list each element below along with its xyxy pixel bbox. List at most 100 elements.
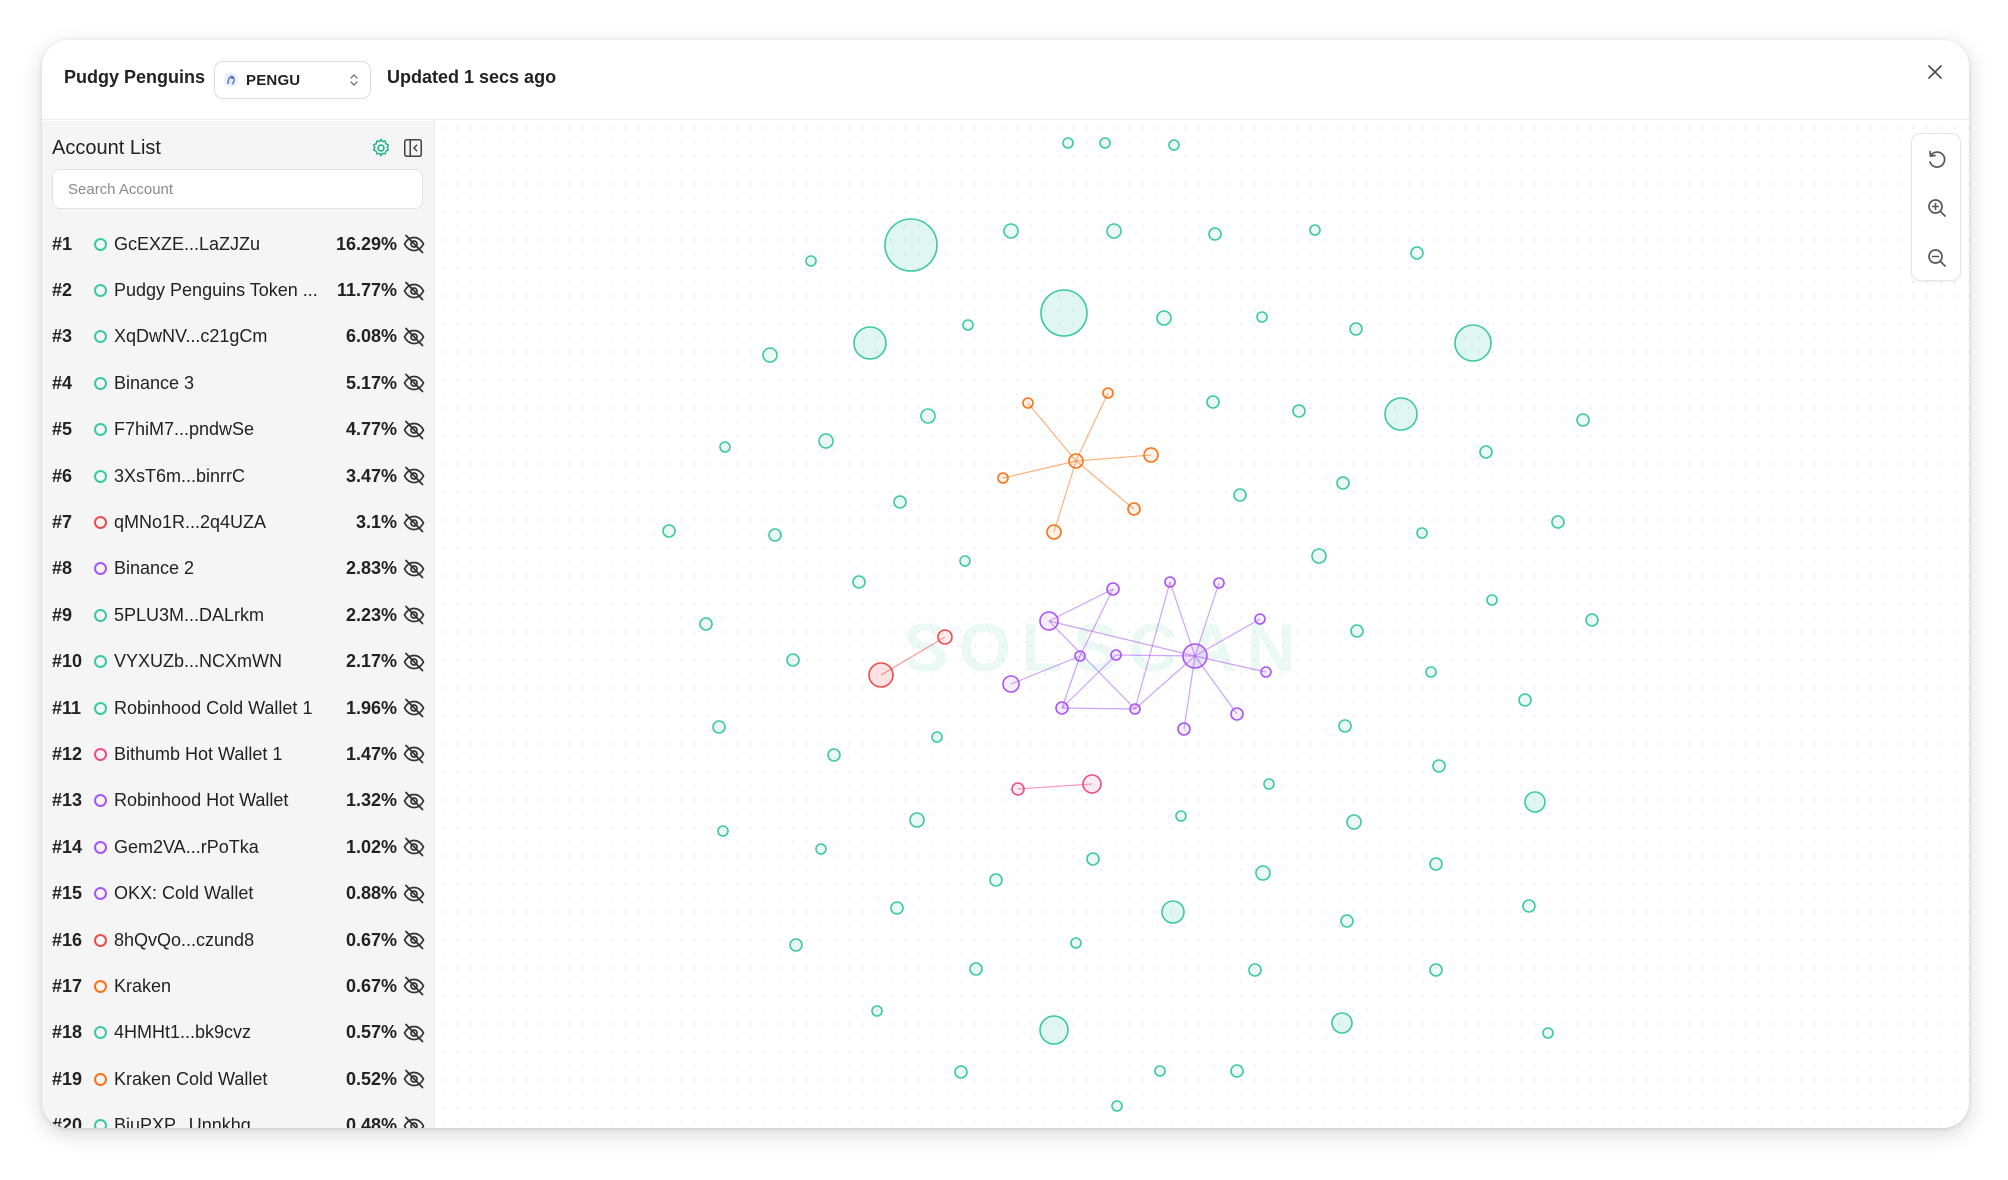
holder-bubble[interactable] bbox=[1425, 666, 1437, 678]
eye-off-icon[interactable] bbox=[402, 835, 426, 859]
holder-bubble[interactable] bbox=[1542, 1027, 1554, 1039]
holder-bubble[interactable] bbox=[1263, 778, 1275, 790]
eye-off-icon[interactable] bbox=[402, 511, 426, 535]
holder-bubble[interactable] bbox=[1022, 397, 1034, 409]
holder-bubble[interactable] bbox=[1161, 900, 1185, 924]
account-row[interactable]: #16 8hQvQo...czund8 0.67% bbox=[42, 917, 434, 963]
holder-bubble[interactable] bbox=[1416, 527, 1428, 539]
holder-bubble[interactable] bbox=[989, 873, 1003, 887]
holder-bubble[interactable] bbox=[1011, 782, 1025, 796]
holder-bubble[interactable] bbox=[931, 731, 943, 743]
account-row[interactable]: #8 Binance 2 2.83% bbox=[42, 546, 434, 592]
holder-bubble[interactable] bbox=[1102, 387, 1114, 399]
account-row[interactable]: #4 Binance 3 5.17% bbox=[42, 360, 434, 406]
holder-bubble[interactable] bbox=[1111, 1100, 1123, 1112]
holder-bubble[interactable] bbox=[937, 629, 953, 645]
account-row[interactable]: #3 XqDwNV...c21gCm 6.08% bbox=[42, 314, 434, 360]
eye-off-icon[interactable] bbox=[402, 557, 426, 581]
holder-bubble[interactable] bbox=[1260, 666, 1272, 678]
bubble-graph-svg[interactable]: SOLSCAN bbox=[436, 121, 1969, 1128]
holder-bubble[interactable] bbox=[1518, 693, 1532, 707]
holder-bubble[interactable] bbox=[1055, 701, 1069, 715]
holder-bubble[interactable] bbox=[962, 319, 974, 331]
token-selector[interactable]: PENGU bbox=[214, 61, 371, 99]
holder-bubble[interactable] bbox=[1062, 137, 1074, 149]
holder-bubble[interactable] bbox=[1350, 624, 1364, 638]
eye-off-icon[interactable] bbox=[402, 696, 426, 720]
holder-bubble[interactable] bbox=[954, 1065, 968, 1079]
holder-bubble[interactable] bbox=[1248, 963, 1262, 977]
holder-bubble[interactable] bbox=[768, 528, 782, 542]
eye-off-icon[interactable] bbox=[402, 371, 426, 395]
eye-off-icon[interactable] bbox=[402, 418, 426, 442]
holder-bubble[interactable] bbox=[1110, 649, 1122, 661]
holder-bubble[interactable] bbox=[1213, 577, 1225, 589]
holder-bubble[interactable] bbox=[1255, 865, 1271, 881]
eye-off-icon[interactable] bbox=[402, 650, 426, 674]
holder-bubble[interactable] bbox=[997, 472, 1009, 484]
holder-bubble[interactable] bbox=[1585, 613, 1599, 627]
account-row[interactable]: #12 Bithumb Hot Wallet 1 1.47% bbox=[42, 731, 434, 777]
holder-bubble[interactable] bbox=[1349, 322, 1363, 336]
account-row[interactable]: #1 GcEXZE...LaZJZu 16.29% bbox=[42, 221, 434, 267]
holder-bubble[interactable] bbox=[1551, 515, 1565, 529]
holder-bubble[interactable] bbox=[1164, 576, 1176, 588]
holder-bubble[interactable] bbox=[1479, 445, 1493, 459]
holder-bubble[interactable] bbox=[1206, 395, 1220, 409]
holder-bubble[interactable] bbox=[712, 720, 726, 734]
holder-bubble[interactable] bbox=[1106, 223, 1122, 239]
holder-bubble[interactable] bbox=[818, 433, 834, 449]
eye-off-icon[interactable] bbox=[402, 325, 426, 349]
account-row[interactable]: #10 VYXUZb...NCXmWN 2.17% bbox=[42, 639, 434, 685]
holder-bubble[interactable] bbox=[920, 408, 936, 424]
account-row[interactable]: #11 Robinhood Cold Wallet 1 1.96% bbox=[42, 685, 434, 731]
holder-bubble[interactable] bbox=[1182, 643, 1208, 669]
eye-off-icon[interactable] bbox=[402, 1114, 426, 1128]
holder-bubble[interactable] bbox=[1432, 759, 1446, 773]
eye-off-icon[interactable] bbox=[402, 603, 426, 627]
account-row[interactable]: #18 4HMHt1...bk9cvz 0.57% bbox=[42, 1010, 434, 1056]
close-icon[interactable] bbox=[1921, 58, 1949, 86]
account-row[interactable]: #13 Robinhood Hot Wallet 1.32% bbox=[42, 778, 434, 824]
eye-off-icon[interactable] bbox=[402, 882, 426, 906]
zoom-in-icon[interactable] bbox=[1925, 196, 1949, 220]
holder-bubble[interactable] bbox=[805, 255, 817, 267]
holder-bubble[interactable] bbox=[789, 938, 803, 952]
eye-off-icon[interactable] bbox=[402, 232, 426, 256]
holder-bubble[interactable] bbox=[1311, 548, 1327, 564]
account-row[interactable]: #17 Kraken 0.67% bbox=[42, 963, 434, 1009]
gear-icon[interactable] bbox=[370, 137, 392, 159]
holder-bubble[interactable] bbox=[1082, 774, 1102, 794]
holder-bubble[interactable] bbox=[868, 662, 894, 688]
holder-bubble[interactable] bbox=[890, 901, 904, 915]
account-row[interactable]: #9 5PLU3M...DALrkm 2.23% bbox=[42, 592, 434, 638]
holder-bubble[interactable] bbox=[1309, 224, 1321, 236]
collapse-panel-icon[interactable] bbox=[402, 137, 424, 159]
holder-bubble[interactable] bbox=[1074, 650, 1086, 662]
holder-bubble[interactable] bbox=[1003, 223, 1019, 239]
account-row[interactable]: #5 F7hiM7...pndwSe 4.77% bbox=[42, 407, 434, 453]
holder-bubble[interactable] bbox=[1340, 914, 1354, 928]
search-account-input[interactable] bbox=[52, 169, 423, 209]
eye-off-icon[interactable] bbox=[402, 464, 426, 488]
eye-off-icon[interactable] bbox=[402, 789, 426, 813]
holder-bubble[interactable] bbox=[719, 441, 731, 453]
holder-bubble[interactable] bbox=[1068, 453, 1084, 469]
holder-bubble[interactable] bbox=[762, 347, 778, 363]
holder-bubble[interactable] bbox=[853, 326, 887, 360]
holder-bubble[interactable] bbox=[1331, 1012, 1353, 1034]
holder-bubble[interactable] bbox=[699, 617, 713, 631]
holder-bubble[interactable] bbox=[1129, 703, 1141, 715]
holder-bubble[interactable] bbox=[1524, 791, 1546, 813]
account-row[interactable]: #15 OKX: Cold Wallet 0.88% bbox=[42, 870, 434, 916]
holder-bubble[interactable] bbox=[1292, 404, 1306, 418]
holder-bubble[interactable] bbox=[1086, 852, 1100, 866]
holder-bubble[interactable] bbox=[1156, 310, 1172, 326]
holder-bubble[interactable] bbox=[827, 748, 841, 762]
holder-bubble[interactable] bbox=[1208, 227, 1222, 241]
holder-bubble[interactable] bbox=[1256, 311, 1268, 323]
refresh-icon[interactable] bbox=[1925, 147, 1949, 171]
holder-bubble[interactable] bbox=[959, 555, 971, 567]
holder-bubble[interactable] bbox=[1338, 719, 1352, 733]
holder-bubble[interactable] bbox=[871, 1005, 883, 1017]
